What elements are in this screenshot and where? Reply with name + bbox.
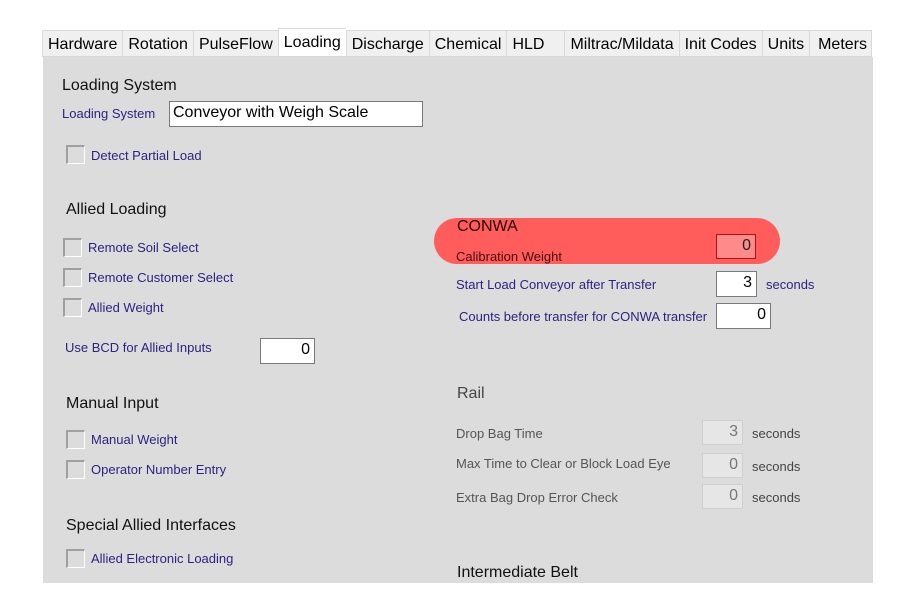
detect-partial-load-label: Detect Partial Load (91, 148, 202, 163)
loading-panel: Loading System Loading System Conveyor w… (43, 57, 873, 583)
drop-bag-time-field[interactable]: 3 (702, 420, 743, 445)
tab-pulseflow[interactable]: PulseFlow (192, 30, 278, 57)
tab-meters[interactable]: Meters (809, 30, 872, 57)
intermediate-belt-heading: Intermediate Belt (457, 564, 578, 581)
conwa-heading: CONWA (457, 218, 518, 235)
tab-miltrac-mildata[interactable]: Miltrac/Mildata (564, 30, 679, 57)
manual-weight-checkbox[interactable] (66, 430, 85, 449)
allied-weight-label: Allied Weight (88, 300, 164, 315)
drop-bag-time-label: Drop Bag Time (456, 426, 543, 441)
allied-loading-heading: Allied Loading (66, 201, 167, 218)
remote-soil-select-label: Remote Soil Select (88, 240, 199, 255)
manual-input-heading: Manual Input (66, 395, 159, 412)
tab-hld[interactable]: HLD (506, 30, 565, 57)
operator-number-entry-checkbox[interactable] (66, 460, 85, 479)
special-allied-interfaces-heading: Special Allied Interfaces (66, 517, 236, 534)
remote-customer-select-checkbox[interactable] (63, 268, 82, 287)
allied-electronic-loading-label: Allied Electronic Loading (91, 551, 234, 566)
rail-heading: Rail (457, 385, 485, 402)
allied-electronic-loading-checkbox[interactable] (66, 549, 85, 568)
loading-system-heading: Loading System (62, 77, 177, 94)
extra-bag-drop-unit: seconds (752, 490, 801, 505)
start-load-conveyor-label: Start Load Conveyor after Transfer (456, 277, 657, 292)
tab-chemical[interactable]: Chemical (428, 30, 507, 57)
tab-units[interactable]: Units (761, 30, 810, 57)
remote-soil-select-checkbox[interactable] (63, 238, 82, 257)
tab-loading[interactable]: Loading (277, 28, 346, 57)
allied-weight-checkbox[interactable] (63, 298, 82, 317)
tab-init-codes[interactable]: Init Codes (678, 30, 762, 57)
bcd-allied-inputs-label: Use BCD for Allied Inputs (65, 340, 212, 355)
counts-before-transfer-label: Counts before transfer for CONWA transfe… (459, 309, 708, 324)
start-load-conveyor-unit: seconds (766, 277, 815, 292)
max-time-clear-block-field[interactable]: 0 (702, 453, 743, 478)
tab-rotation[interactable]: Rotation (122, 30, 193, 57)
counts-before-transfer-field[interactable]: 0 (716, 303, 771, 329)
bcd-allied-inputs-field[interactable]: 0 (260, 338, 315, 364)
drop-bag-time-unit: seconds (752, 426, 801, 441)
loading-system-label: Loading System (62, 106, 156, 121)
operator-number-entry-label: Operator Number Entry (91, 462, 227, 477)
extra-bag-drop-field[interactable]: 0 (702, 484, 743, 509)
tab-hardware[interactable]: Hardware (42, 30, 123, 57)
max-time-clear-block-label: Max Time to Clear or Block Load Eye (456, 456, 671, 471)
tab-discharge[interactable]: Discharge (345, 30, 429, 57)
calibration-weight-field[interactable]: 0 (716, 234, 756, 259)
detect-partial-load-checkbox[interactable] (66, 145, 85, 164)
start-load-conveyor-field[interactable]: 3 (716, 271, 757, 297)
max-time-clear-block-unit: seconds (752, 459, 801, 474)
remote-customer-select-label: Remote Customer Select (88, 270, 234, 285)
extra-bag-drop-label: Extra Bag Drop Error Check (456, 490, 618, 505)
loading-system-field[interactable]: Conveyor with Weigh Scale (169, 101, 423, 127)
manual-weight-label: Manual Weight (91, 432, 178, 447)
calibration-weight-label: Calibration Weight (456, 249, 562, 264)
tab-bar: Hardware Rotation PulseFlow Loading Disc… (42, 28, 872, 57)
